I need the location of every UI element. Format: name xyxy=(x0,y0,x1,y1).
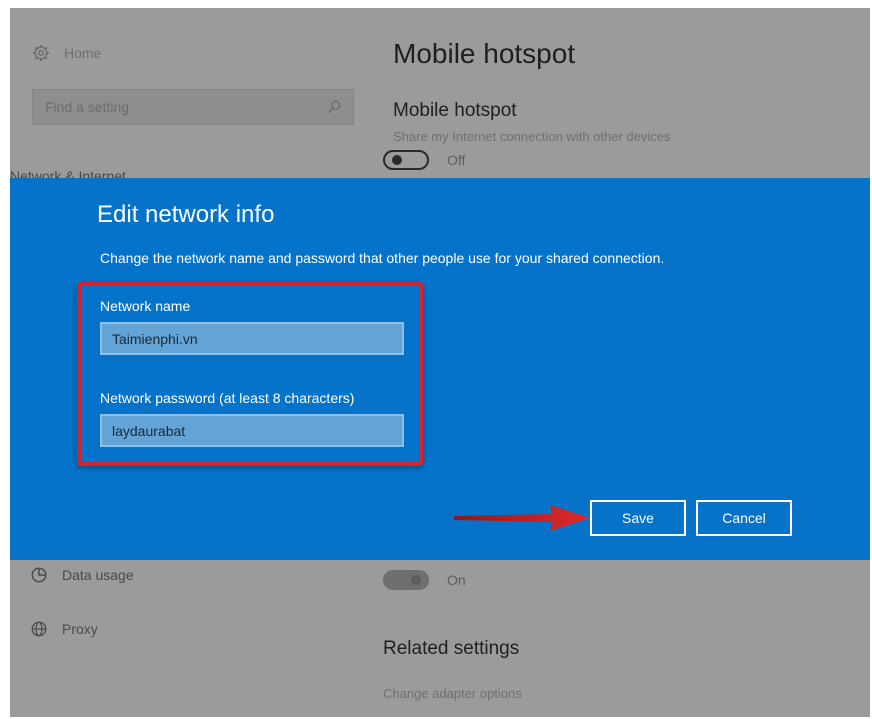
hotspot-toggle-state: Off xyxy=(447,152,466,168)
home-label: Home xyxy=(64,45,102,61)
gear-icon xyxy=(32,44,50,62)
red-arrow-annotation xyxy=(454,505,590,531)
save-button[interactable]: Save xyxy=(590,500,686,536)
page-title: Mobile hotspot xyxy=(393,38,576,69)
network-password-input[interactable] xyxy=(100,414,404,447)
search-placeholder: Find a setting xyxy=(45,99,130,115)
sidebar-item-label: Proxy xyxy=(62,621,98,637)
data-usage-icon xyxy=(31,567,47,583)
sidebar-item-data-usage[interactable]: Data usage xyxy=(30,566,134,584)
network-name-input[interactable] xyxy=(100,322,404,355)
toggle-knob xyxy=(392,155,402,165)
related-settings-title: Related settings xyxy=(383,638,520,659)
edit-network-info-dialog: Edit network info Change the network nam… xyxy=(10,178,870,560)
network-name-label: Network name xyxy=(100,298,191,314)
dialog-description: Change the network name and password tha… xyxy=(100,250,665,266)
second-toggle-state: On xyxy=(447,572,466,588)
search-icon xyxy=(327,100,341,114)
sidebar-item-proxy[interactable]: Proxy xyxy=(30,620,98,638)
hotspot-heading: Mobile hotspot xyxy=(393,100,517,121)
cancel-button[interactable]: Cancel xyxy=(696,500,792,536)
sidebar-item-label: Data usage xyxy=(62,567,134,583)
network-password-label: Network password (at least 8 characters) xyxy=(100,390,355,406)
hotspot-description: Share my Internet connection with other … xyxy=(393,129,671,144)
second-toggle[interactable] xyxy=(383,570,429,590)
sidebar-home-link[interactable]: Home xyxy=(32,44,101,62)
search-input[interactable]: Find a setting xyxy=(32,89,354,125)
hotspot-toggle[interactable] xyxy=(383,150,429,170)
dialog-title: Edit network info xyxy=(97,201,275,228)
toggle-knob xyxy=(411,575,421,585)
change-adapter-options-link[interactable]: Change adapter options xyxy=(383,686,522,701)
globe-icon xyxy=(31,621,47,637)
